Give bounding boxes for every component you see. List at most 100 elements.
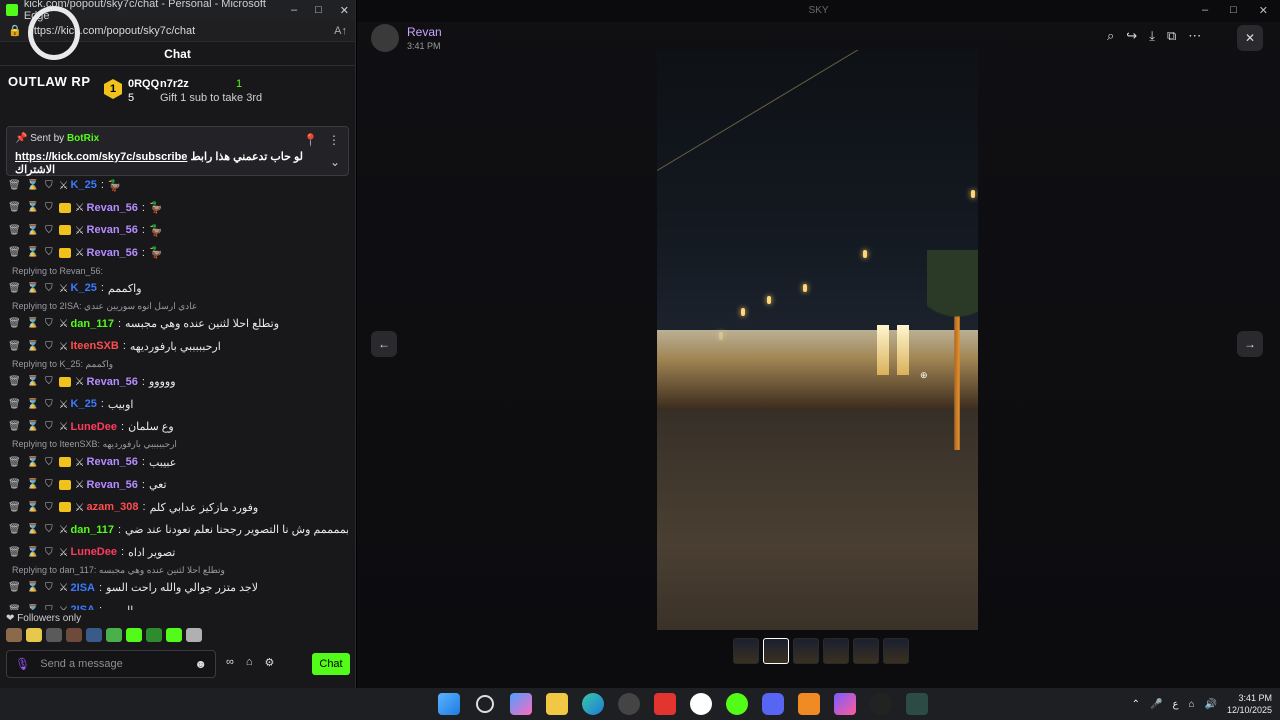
emote-9-icon[interactable] [166, 628, 182, 642]
emote-5-icon[interactable] [86, 628, 102, 642]
shield-icon[interactable]: ⛉ [45, 341, 53, 352]
shield-icon[interactable]: ⛉ [45, 582, 53, 593]
maximize-button[interactable]: □ [1230, 4, 1237, 17]
emote-7-icon[interactable] [126, 628, 142, 642]
network-icon[interactable]: ⌂ [1188, 699, 1194, 710]
emote-3-icon[interactable] [46, 628, 62, 642]
timeout-icon[interactable]: ⌛ [27, 283, 39, 294]
app-icon[interactable] [834, 693, 856, 715]
timeout-icon[interactable]: ⌛ [27, 605, 39, 610]
send-chat-button[interactable]: Chat [312, 653, 350, 675]
shield-icon[interactable]: ⛉ [45, 225, 53, 236]
timeout-icon[interactable]: ⌛ [27, 247, 39, 258]
chevron-down-icon[interactable]: ⌄ [330, 155, 340, 169]
shield-icon[interactable]: ⛉ [45, 318, 53, 329]
read-aloud-icon[interactable]: A↑ [334, 25, 347, 37]
microphone-icon[interactable]: 🎙 [15, 657, 30, 671]
chat-message[interactable]: 🗑 ⌛ ⛉ ⚔ LuneDee: تصوير اداه [8, 541, 348, 564]
start-icon[interactable] [438, 693, 460, 715]
chat-message[interactable]: 🗑 ⌛ ⛉ ⚔ Revan_56: عبيبب [8, 451, 348, 474]
open-external-icon[interactable]: ⧉ [1167, 28, 1176, 44]
shield-icon[interactable]: ⛉ [45, 180, 53, 191]
emoji-icon[interactable]: ☻ [194, 657, 207, 671]
trash-icon[interactable]: 🗑 [8, 502, 21, 513]
message-username[interactable]: Revan_56 [87, 456, 138, 468]
close-button[interactable]: ✕ [1259, 4, 1268, 17]
trash-icon[interactable]: 🗑 [8, 341, 21, 352]
message-username[interactable]: dan_117 [71, 318, 114, 330]
author-name[interactable]: Revan [407, 25, 442, 39]
trash-icon[interactable]: 🗑 [8, 524, 21, 535]
obs-icon[interactable] [618, 693, 640, 715]
shield-icon[interactable]: ⛉ [45, 457, 53, 468]
timeout-icon[interactable]: ⌛ [27, 524, 39, 535]
message-username[interactable]: Revan_56 [87, 224, 138, 236]
edge-icon[interactable] [582, 693, 604, 715]
chat-message[interactable]: 🗑 ⌛ ⛉ ⚔ K_25: 🦆 [8, 174, 348, 197]
shield-icon[interactable]: ⛉ [45, 524, 53, 535]
message-username[interactable]: 2ISA [71, 582, 95, 594]
trash-icon[interactable]: 🗑 [8, 180, 21, 191]
timeout-icon[interactable]: ⌛ [27, 479, 39, 490]
chat-message[interactable]: 🗑 ⌛ ⛉ ⚔ Revan_56: ووووو [8, 371, 348, 394]
timeout-icon[interactable]: ⌛ [27, 502, 39, 513]
shield-icon[interactable]: ⛉ [45, 421, 53, 432]
thumbnail[interactable] [823, 638, 849, 664]
zoom-icon[interactable]: ⌕ [1107, 28, 1114, 44]
message-username[interactable]: dan_117 [71, 524, 114, 536]
kick-icon[interactable] [726, 693, 748, 715]
download-icon[interactable]: ⤓ [1149, 28, 1155, 44]
trash-icon[interactable]: 🗑 [8, 247, 21, 258]
timeout-icon[interactable]: ⌛ [27, 421, 39, 432]
reply-context[interactable]: Replying to IteenSXB: ارحبببببي بارفوردي… [8, 438, 348, 451]
reply-context[interactable]: Replying to K_25: واكممم [8, 358, 348, 371]
chat-message[interactable]: 🗑 ⌛ ⛉ ⚔ dan_117: يممممم وش نا التصوير رجحنا ن… [8, 519, 348, 542]
thumbnail[interactable] [883, 638, 909, 664]
message-composer[interactable]: 🎙 Send a message ☻ [6, 650, 216, 678]
message-username[interactable]: Revan_56 [87, 376, 138, 388]
message-username[interactable]: LuneDee [71, 546, 117, 558]
trash-icon[interactable]: 🗑 [8, 457, 21, 468]
chat-message[interactable]: 🗑 ⌛ ⛉ ⚔ Revan_56: تعي [8, 474, 348, 497]
chat-message[interactable]: 🗑 ⌛ ⛉ ⚔ LuneDee: وع سلمان [8, 416, 348, 439]
gift-hint[interactable]: Gift 1 sub to take 3rd [160, 92, 262, 104]
message-username[interactable]: K_25 [71, 282, 97, 294]
shield-icon[interactable]: ⛉ [45, 247, 53, 258]
copilot-icon[interactable] [510, 693, 532, 715]
more-options-icon[interactable]: ⋮ [328, 133, 340, 147]
chevron-up-icon[interactable]: ⌃ [1132, 699, 1140, 710]
minimize-button[interactable]: – [291, 4, 297, 17]
timeout-icon[interactable]: ⌛ [27, 399, 39, 410]
thumbnail[interactable] [733, 638, 759, 664]
steam-icon[interactable] [870, 693, 892, 715]
unpin-icon[interactable]: 📍 [303, 133, 318, 147]
capcut-icon[interactable] [690, 693, 712, 715]
reply-context[interactable]: Replying to 2ISA: عادي ارسل انوه سوريين … [8, 300, 348, 313]
trash-icon[interactable]: 🗑 [8, 283, 21, 294]
thumbnail[interactable] [793, 638, 819, 664]
trash-icon[interactable]: 🗑 [8, 547, 21, 558]
message-username[interactable]: K_25 [71, 179, 97, 191]
chat-message[interactable]: 🗑 ⌛ ⛉ ⚔2ISA: السور [8, 599, 348, 610]
emote-2-icon[interactable] [26, 628, 42, 642]
close-viewer-button[interactable]: ✕ [1237, 25, 1263, 51]
timeout-icon[interactable]: ⌛ [27, 341, 39, 352]
chat-message[interactable]: 🗑 ⌛ ⛉ ⚔ azam_308: وفورد مازكيز عدابي كلم [8, 496, 348, 519]
timeout-icon[interactable]: ⌛ [27, 202, 39, 213]
leader-second-name[interactable]: n7r2z [160, 78, 189, 90]
language-indicator[interactable]: ع [1172, 699, 1178, 710]
trash-icon[interactable]: 🗑 [8, 399, 21, 410]
message-username[interactable]: IteenSXB [71, 340, 119, 352]
emote-10-icon[interactable] [186, 628, 202, 642]
message-input[interactable]: Send a message [40, 658, 123, 670]
emote-1-icon[interactable] [6, 628, 22, 642]
message-username[interactable]: K_25 [71, 398, 97, 410]
shield-icon[interactable]: ⛉ [45, 547, 53, 558]
trash-icon[interactable]: 🗑 [8, 376, 21, 387]
forward-icon[interactable]: ↪ [1126, 28, 1137, 44]
message-username[interactable]: LuneDee [71, 421, 117, 433]
infinity-icon[interactable]: ∞ [226, 656, 234, 669]
app-icon[interactable] [906, 693, 928, 715]
avatar[interactable] [371, 24, 399, 52]
thumbnail[interactable] [853, 638, 879, 664]
